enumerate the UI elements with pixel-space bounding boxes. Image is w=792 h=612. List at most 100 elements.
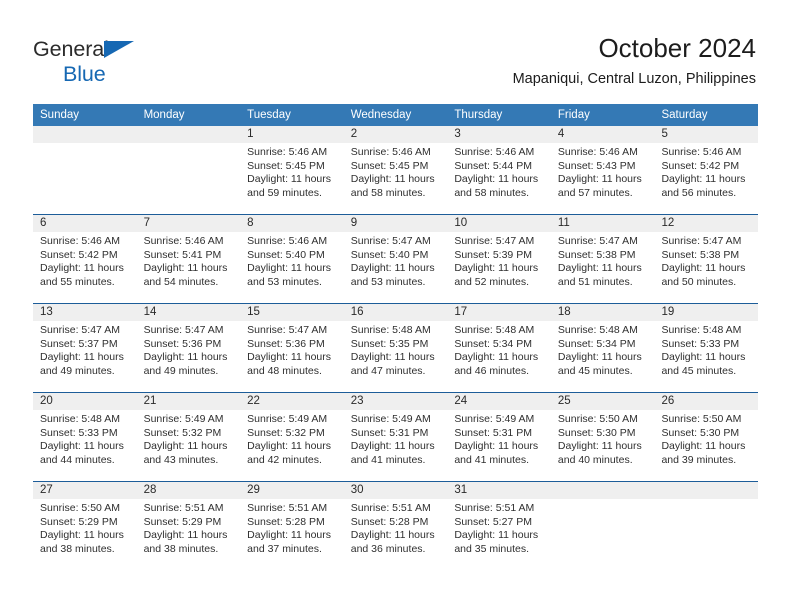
day-info: Sunrise: 5:47 AM Sunset: 5:36 PM Dayligh… [240, 321, 344, 378]
sunset-text: Sunset: 5:34 PM [454, 337, 532, 350]
day-cell[interactable]: 8 Sunrise: 5:46 AM Sunset: 5:40 PM Dayli… [240, 215, 344, 303]
day-cell[interactable]: 6 Sunrise: 5:46 AM Sunset: 5:42 PM Dayli… [33, 215, 137, 303]
daylight-text-line2: and 55 minutes. [40, 275, 115, 288]
day-cell[interactable] [550, 482, 655, 570]
day-number: 10 [447, 215, 551, 232]
day-info: Sunrise: 5:46 AM Sunset: 5:42 PM Dayligh… [654, 143, 758, 200]
sunrise-text: Sunrise: 5:46 AM [661, 146, 742, 158]
day-cell[interactable]: 16 Sunrise: 5:48 AM Sunset: 5:35 PM Dayl… [343, 304, 448, 392]
calendar-grid: Sunday Monday Tuesday Wednesday Thursday… [33, 104, 759, 570]
day-cell[interactable]: 25 Sunrise: 5:50 AM Sunset: 5:30 PM Dayl… [550, 393, 655, 481]
logo-line-2: Blue [33, 62, 233, 88]
day-number: 15 [240, 304, 344, 321]
daylight-text-line2: and 44 minutes. [40, 453, 115, 466]
day-cell[interactable]: 30 Sunrise: 5:51 AM Sunset: 5:28 PM Dayl… [343, 482, 448, 570]
weekday-friday: Friday [557, 109, 590, 121]
day-cell[interactable]: 9 Sunrise: 5:47 AM Sunset: 5:40 PM Dayli… [343, 215, 448, 303]
day-info: Sunrise: 5:48 AM Sunset: 5:34 PM Dayligh… [447, 321, 551, 378]
sunrise-text: Sunrise: 5:48 AM [557, 324, 638, 336]
sunset-text: Sunset: 5:29 PM [143, 515, 222, 528]
day-info [33, 143, 137, 146]
day-number: 9 [343, 215, 448, 232]
daylight-text-line1: Daylight: 11 hours [350, 173, 435, 186]
daylight-text-line1: Daylight: 11 hours [557, 173, 642, 186]
sunrise-text: Sunrise: 5:51 AM [247, 502, 328, 514]
day-cell[interactable]: 2 Sunrise: 5:46 AM Sunset: 5:45 PM Dayli… [343, 126, 448, 214]
day-cell[interactable]: 21 Sunrise: 5:49 AM Sunset: 5:32 PM Dayl… [136, 393, 241, 481]
day-info: Sunrise: 5:50 AM Sunset: 5:30 PM Dayligh… [551, 410, 655, 467]
day-cell[interactable]: 17 Sunrise: 5:48 AM Sunset: 5:34 PM Dayl… [447, 304, 551, 392]
day-cell[interactable]: 22 Sunrise: 5:49 AM Sunset: 5:32 PM Dayl… [240, 393, 344, 481]
sunset-text: Sunset: 5:29 PM [40, 515, 118, 528]
daylight-text-line2: and 57 minutes. [557, 186, 633, 199]
daylight-text-line1: Daylight: 11 hours [661, 351, 746, 364]
day-info: Sunrise: 5:48 AM Sunset: 5:33 PM Dayligh… [33, 410, 137, 467]
day-number: 7 [136, 215, 241, 232]
sunrise-text: Sunrise: 5:47 AM [661, 235, 742, 247]
day-cell[interactable]: 13 Sunrise: 5:47 AM Sunset: 5:37 PM Dayl… [33, 304, 137, 392]
daylight-text-line2: and 53 minutes. [350, 275, 426, 288]
day-cell[interactable]: 5 Sunrise: 5:46 AM Sunset: 5:42 PM Dayli… [654, 126, 759, 214]
daylight-text-line1: Daylight: 11 hours [454, 440, 539, 453]
day-number: 27 [33, 482, 137, 499]
general-blue-logo[interactable]: General Blue [33, 36, 233, 88]
day-cell[interactable]: 18 Sunrise: 5:48 AM Sunset: 5:34 PM Dayl… [550, 304, 655, 392]
day-cell[interactable]: 4 Sunrise: 5:46 AM Sunset: 5:43 PM Dayli… [550, 126, 655, 214]
sunrise-text: Sunrise: 5:46 AM [247, 146, 328, 158]
logo-triangle-icon [104, 41, 134, 58]
daylight-text-line2: and 39 minutes. [661, 453, 737, 466]
daylight-text-line1: Daylight: 11 hours [247, 173, 332, 186]
sunrise-text: Sunrise: 5:46 AM [454, 146, 535, 158]
day-number: 13 [33, 304, 137, 321]
day-cell[interactable]: 20 Sunrise: 5:48 AM Sunset: 5:33 PM Dayl… [33, 393, 137, 481]
day-info: Sunrise: 5:51 AM Sunset: 5:28 PM Dayligh… [240, 499, 344, 556]
day-cell[interactable]: 11 Sunrise: 5:47 AM Sunset: 5:38 PM Dayl… [550, 215, 655, 303]
daylight-text-line2: and 45 minutes. [557, 364, 633, 377]
sunset-text: Sunset: 5:44 PM [454, 159, 532, 172]
day-info: Sunrise: 5:46 AM Sunset: 5:45 PM Dayligh… [344, 143, 448, 200]
day-number [550, 482, 655, 499]
sunrise-text: Sunrise: 5:50 AM [40, 502, 120, 514]
sunrise-text: Sunrise: 5:48 AM [350, 324, 431, 336]
day-cell[interactable]: 29 Sunrise: 5:51 AM Sunset: 5:28 PM Dayl… [240, 482, 344, 570]
day-cell[interactable]: 3 Sunrise: 5:46 AM Sunset: 5:44 PM Dayli… [447, 126, 551, 214]
day-cell[interactable] [33, 126, 137, 214]
day-number [33, 126, 137, 143]
day-cell[interactable]: 10 Sunrise: 5:47 AM Sunset: 5:39 PM Dayl… [447, 215, 551, 303]
day-cell[interactable]: 19 Sunrise: 5:48 AM Sunset: 5:33 PM Dayl… [654, 304, 759, 392]
day-cell[interactable]: 26 Sunrise: 5:50 AM Sunset: 5:30 PM Dayl… [654, 393, 759, 481]
day-cell[interactable]: 23 Sunrise: 5:49 AM Sunset: 5:31 PM Dayl… [343, 393, 448, 481]
daylight-text-line1: Daylight: 11 hours [40, 262, 124, 275]
sunrise-text: Sunrise: 5:47 AM [247, 324, 328, 336]
day-cell[interactable]: 31 Sunrise: 5:51 AM Sunset: 5:27 PM Dayl… [447, 482, 551, 570]
day-cell[interactable]: 28 Sunrise: 5:51 AM Sunset: 5:29 PM Dayl… [136, 482, 241, 570]
day-cell[interactable] [136, 126, 241, 214]
daylight-text-line2: and 38 minutes. [143, 542, 219, 555]
sunrise-text: Sunrise: 5:48 AM [661, 324, 742, 336]
weekday-monday: Monday [143, 109, 185, 121]
day-cell[interactable]: 24 Sunrise: 5:49 AM Sunset: 5:31 PM Dayl… [447, 393, 551, 481]
day-cell[interactable]: 27 Sunrise: 5:50 AM Sunset: 5:29 PM Dayl… [33, 482, 137, 570]
daylight-text-line2: and 43 minutes. [143, 453, 219, 466]
sunrise-text: Sunrise: 5:49 AM [247, 413, 328, 425]
day-cell[interactable]: 15 Sunrise: 5:47 AM Sunset: 5:36 PM Dayl… [240, 304, 344, 392]
day-number: 1 [240, 126, 344, 143]
day-cell[interactable] [654, 482, 759, 570]
daylight-text-line2: and 46 minutes. [454, 364, 530, 377]
day-info: Sunrise: 5:46 AM Sunset: 5:43 PM Dayligh… [551, 143, 655, 200]
day-number: 17 [447, 304, 551, 321]
day-cell[interactable]: 7 Sunrise: 5:46 AM Sunset: 5:41 PM Dayli… [136, 215, 241, 303]
sunset-text: Sunset: 5:38 PM [661, 248, 740, 261]
day-info: Sunrise: 5:47 AM Sunset: 5:38 PM Dayligh… [551, 232, 655, 289]
sunrise-text: Sunrise: 5:48 AM [454, 324, 535, 336]
daylight-text-line2: and 42 minutes. [247, 453, 322, 466]
day-cell[interactable]: 1 Sunrise: 5:46 AM Sunset: 5:45 PM Dayli… [240, 126, 344, 214]
day-info: Sunrise: 5:48 AM Sunset: 5:35 PM Dayligh… [344, 321, 448, 378]
day-cell[interactable]: 14 Sunrise: 5:47 AM Sunset: 5:36 PM Dayl… [136, 304, 241, 392]
week-row: 13 Sunrise: 5:47 AM Sunset: 5:37 PM Dayl… [33, 303, 759, 392]
sunrise-text: Sunrise: 5:47 AM [40, 324, 120, 336]
day-info [551, 499, 655, 502]
day-number: 31 [447, 482, 551, 499]
daylight-text-line2: and 38 minutes. [40, 542, 115, 555]
day-cell[interactable]: 12 Sunrise: 5:47 AM Sunset: 5:38 PM Dayl… [654, 215, 759, 303]
